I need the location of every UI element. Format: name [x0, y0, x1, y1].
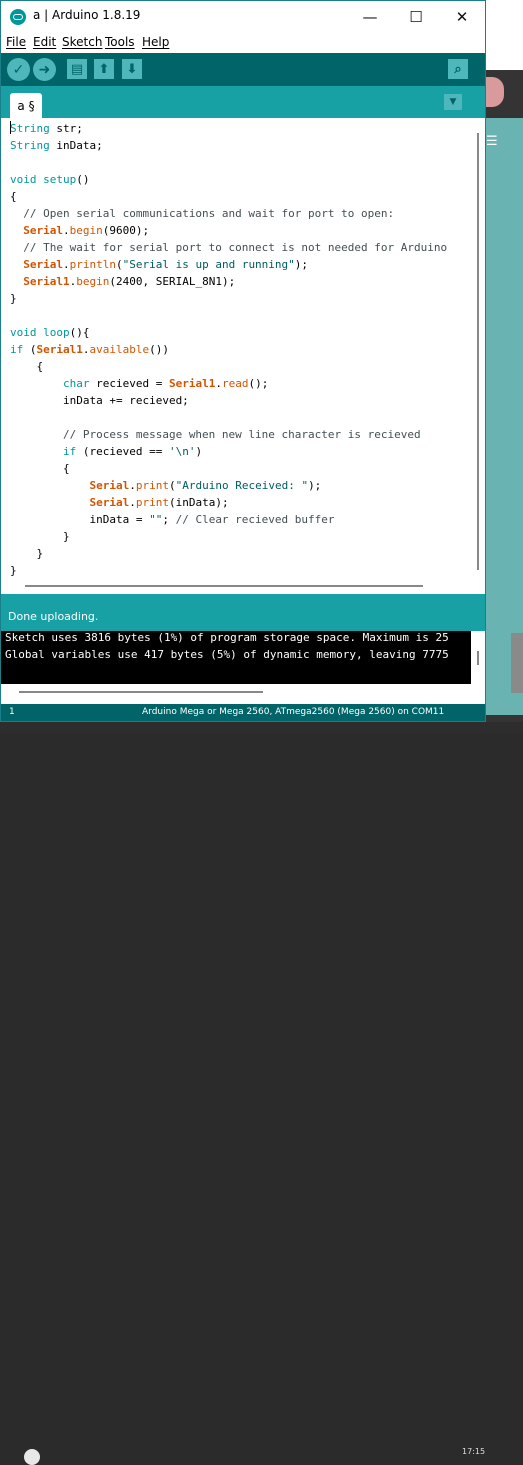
minimize-button[interactable]: — [347, 1, 393, 32]
page-icon: ▤ [70, 61, 84, 77]
toolbar: ✓ ➜ ▤ ⬆ ⬇ ⌕ [1, 53, 485, 86]
code-line[interactable]: // The wait for serial port to connect i… [10, 239, 447, 256]
console-output[interactable]: Sketch uses 3816 bytes (1%) of program s… [1, 631, 471, 684]
code-line[interactable]: Serial.print("Arduino Received: "); [10, 477, 447, 494]
code-line[interactable]: Serial1.begin(2400, SERIAL_8N1); [10, 273, 447, 290]
console-vertical-scrollbar[interactable] [471, 631, 485, 684]
menu-edit[interactable]: Edit [33, 35, 56, 49]
serial-monitor-button[interactable]: ⌕ [448, 59, 468, 79]
scroll-thumb[interactable] [25, 585, 423, 587]
menu-tools[interactable]: Tools [105, 35, 135, 49]
save-sketch-button[interactable]: ⬇ [122, 59, 142, 79]
code-line[interactable]: void setup() [10, 171, 447, 188]
hamburger-icon[interactable]: ☰ [486, 134, 499, 149]
menu-bar: File Edit Sketch Tools Help [1, 32, 485, 53]
code-line[interactable]: String str; [10, 120, 447, 137]
window-title: a | Arduino 1.8.19 [33, 8, 141, 22]
code-line[interactable] [10, 307, 447, 324]
console-line: Global variables use 417 bytes (5%) of d… [5, 648, 449, 661]
code-line[interactable]: } [10, 290, 447, 307]
verify-button[interactable]: ✓ [7, 58, 30, 81]
code-editor[interactable]: String str; String inData; void setup(){ /… [1, 118, 471, 578]
arrow-up-icon: ⬆ [98, 61, 110, 77]
code-line[interactable]: } [10, 545, 447, 562]
upload-button[interactable]: ➜ [33, 58, 56, 81]
code-line[interactable]: if (Serial1.available()) [10, 341, 447, 358]
tab-menu-button[interactable]: ▼ [444, 94, 462, 110]
code-line[interactable]: } [10, 528, 447, 545]
taskbar: 17:15 [0, 722, 523, 1465]
arduino-logo-icon [10, 9, 26, 25]
code-line[interactable] [10, 154, 447, 171]
code-line[interactable]: inData = ""; // Clear recieved buffer [10, 511, 447, 528]
line-number: 1 [9, 707, 15, 717]
footer-bar: 1 Arduino Mega or Mega 2560, ATmega2560 … [1, 704, 485, 721]
code-line[interactable]: char recieved = Serial1.read(); [10, 375, 447, 392]
triangle-down-icon: ▼ [449, 97, 457, 107]
code-line[interactable]: String inData; [10, 137, 447, 154]
taskbar-clock: 17:15 [462, 1447, 486, 1456]
code-line[interactable]: // Open serial communications and wait f… [10, 205, 447, 222]
new-sketch-button[interactable]: ▤ [67, 59, 87, 79]
code-line[interactable]: // Process message when new line charact… [10, 426, 447, 443]
code-line[interactable]: inData += recieved; [10, 392, 447, 409]
arduino-window: a | Arduino 1.8.19 — ☐ ✕ File Edit Sketc… [0, 0, 486, 722]
magnifier-icon: ⌕ [454, 61, 462, 77]
check-icon: ✓ [12, 61, 25, 78]
code-line[interactable]: { [10, 358, 447, 375]
arrow-right-icon: ➜ [38, 61, 51, 78]
scroll-thumb[interactable] [477, 651, 479, 665]
status-bar: Done uploading. [1, 594, 485, 631]
start-icon[interactable] [24, 1449, 40, 1465]
editor-vertical-scrollbar[interactable] [471, 118, 485, 578]
scroll-thumb[interactable] [19, 691, 263, 693]
code-line[interactable]: Serial.print(inData); [10, 494, 447, 511]
code-line[interactable]: { [10, 188, 447, 205]
background-window-edge [486, 0, 523, 70]
title-bar: a | Arduino 1.8.19 — ☐ ✕ [1, 1, 485, 32]
console-line: Sketch uses 3816 bytes (1%) of program s… [5, 631, 449, 644]
background-app-panel [486, 118, 523, 715]
code-line[interactable]: { [10, 460, 447, 477]
editor-horizontal-scrollbar[interactable] [1, 578, 471, 594]
menu-help[interactable]: Help [142, 35, 169, 49]
open-sketch-button[interactable]: ⬆ [94, 59, 114, 79]
tab-sketch-a[interactable]: a § [10, 93, 42, 118]
menu-file[interactable]: File [6, 35, 26, 49]
close-button[interactable]: ✕ [439, 1, 485, 32]
background-avatar [486, 77, 504, 107]
status-message: Done uploading. [8, 610, 99, 623]
maximize-button[interactable]: ☐ [393, 1, 439, 32]
code-line[interactable] [10, 409, 447, 426]
code-text[interactable]: String str; String inData; void setup(){ /… [10, 120, 447, 578]
arrow-down-icon: ⬇ [126, 61, 138, 77]
code-line[interactable]: Serial.println("Serial is up and running… [10, 256, 447, 273]
code-line[interactable]: if (recieved == '\n') [10, 443, 447, 460]
tab-bar: a § ▼ [1, 86, 485, 118]
code-line[interactable]: } [10, 562, 447, 578]
board-info: Arduino Mega or Mega 2560, ATmega2560 (M… [142, 707, 445, 717]
menu-sketch[interactable]: Sketch [62, 35, 102, 49]
scroll-thumb[interactable] [477, 133, 479, 570]
console-horizontal-scrollbar[interactable] [1, 684, 485, 704]
code-line[interactable]: Serial.begin(9600); [10, 222, 447, 239]
code-line[interactable]: void loop(){ [10, 324, 447, 341]
background-scrollbar [511, 633, 523, 693]
